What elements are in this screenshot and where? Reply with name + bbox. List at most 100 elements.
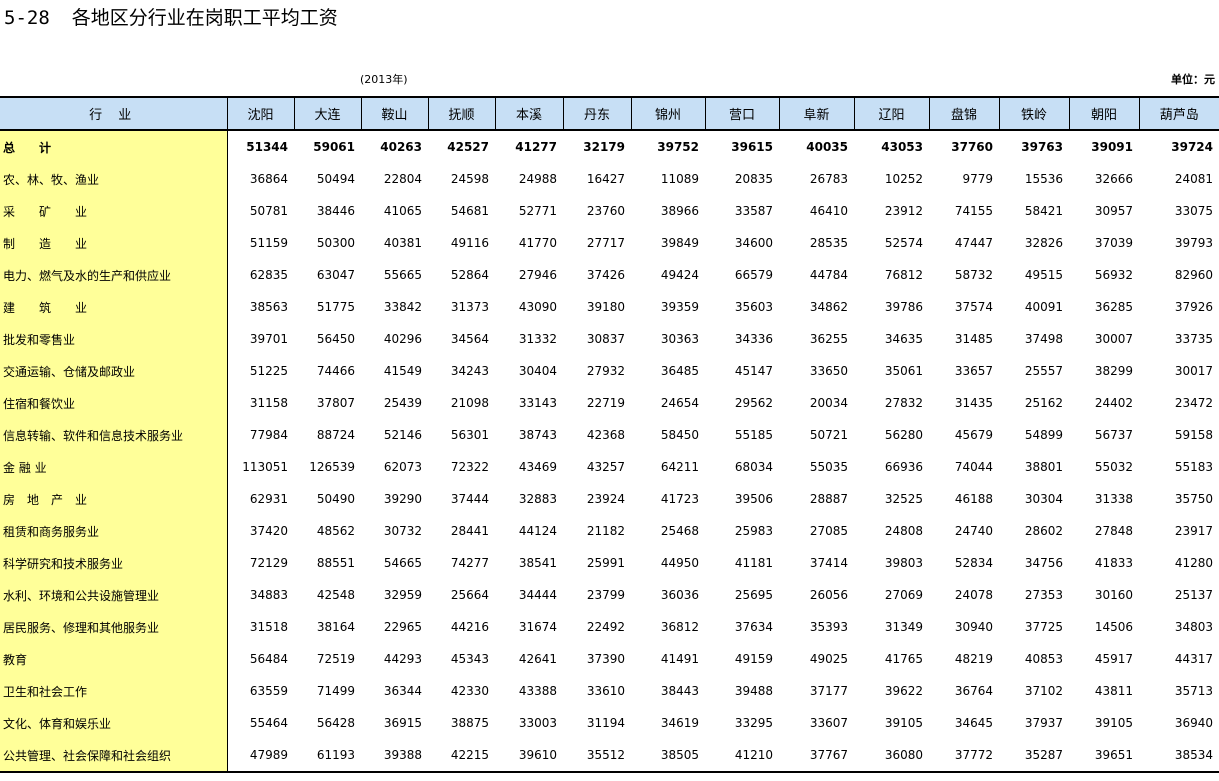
table-cell: 44950 — [660, 556, 699, 570]
table-cell: 30957 — [1094, 204, 1133, 218]
table-row: 建 筑 业 38563 51775 33842 31373 43090 39180 39359… — [0, 291, 1219, 323]
table-cell: 24740 — [954, 524, 993, 538]
table-cell: 42548 — [316, 588, 355, 602]
table-cell: 30732 — [383, 524, 422, 538]
table-cell: 36940 — [1174, 716, 1213, 730]
table-row: 水利、环境和公共设施管理业 34883 42548 32959 25664 34444 23… — [0, 579, 1219, 611]
column-header-9: 辽阳 — [853, 96, 929, 131]
column-header-4: 本溪 — [494, 96, 563, 131]
table-cell: 37926 — [1174, 300, 1213, 314]
table-cell: 58421 — [1024, 204, 1063, 218]
table-cell: 37937 — [1024, 716, 1063, 730]
table-cell: 39610 — [495, 739, 563, 773]
table-cell: 42641 — [518, 652, 557, 666]
table-cell: 77984 — [249, 428, 288, 442]
table-cell: 33657 — [954, 364, 993, 378]
table-row: 采 矿 业 50781 38446 41065 54681 52771 23760 38966… — [0, 195, 1219, 227]
table-cell: 39615 — [731, 140, 773, 154]
table-cell: 41181 — [734, 556, 773, 570]
table-cell: 34336 — [734, 332, 773, 346]
table-cell: 35603 — [734, 300, 773, 314]
table-cell: 39793 — [1174, 236, 1213, 250]
table-cell: 34803 — [1174, 620, 1213, 634]
table-cell: 40853 — [1024, 652, 1063, 666]
table-cell: 37102 — [1024, 684, 1063, 698]
wage-table: 行 业 沈阳 大连 鞍山 抚顺 本溪 丹东 锦州 营口 阜新 辽阳 盘锦 铁岭 朝阳 葫芦岛 总 计 513… — [0, 96, 1219, 773]
table-cell: 37420 — [249, 524, 288, 538]
table-cell: 43811 — [1094, 684, 1133, 698]
table-cell: 54899 — [1024, 428, 1063, 442]
table-cell: 50494 — [316, 172, 355, 186]
table-cell: 30363 — [660, 332, 699, 346]
row-label: 建 筑 业 — [0, 291, 228, 323]
table-cell: 25695 — [734, 588, 773, 602]
table-cell: 35061 — [884, 364, 923, 378]
table-cell: 26056 — [809, 588, 848, 602]
table-cell: 41491 — [660, 652, 699, 666]
row-label: 居民服务、修理和其他服务业 — [0, 611, 228, 643]
table-cell: 56301 — [450, 428, 489, 442]
table-cell: 38875 — [450, 716, 489, 730]
table-cell: 20835 — [734, 172, 773, 186]
table-cell: 37767 — [779, 739, 854, 773]
table-cell: 36255 — [809, 332, 848, 346]
unit-note: 单位：元 — [1171, 73, 1215, 86]
row-label: 制 造 业 — [0, 227, 228, 259]
table-cell: 38801 — [1024, 460, 1063, 474]
table-cell: 31338 — [1094, 492, 1133, 506]
table-cell: 31332 — [518, 332, 557, 346]
table-cell: 50300 — [316, 236, 355, 250]
table-cell: 40296 — [383, 332, 422, 346]
table-cell: 37426 — [586, 268, 625, 282]
table-cell: 35750 — [1174, 492, 1213, 506]
table-cell: 40263 — [380, 140, 422, 154]
table-cell: 54665 — [383, 556, 422, 570]
table-cell: 38299 — [1094, 364, 1133, 378]
table-row: 总 计 51344 59061 40263 42527 41277 32179 39752 39… — [0, 130, 1219, 163]
table-cell: 23799 — [586, 588, 625, 602]
table-cell: 27717 — [586, 236, 625, 250]
table-cell: 30404 — [518, 364, 557, 378]
table-cell: 36915 — [383, 716, 422, 730]
row-label: 金 融 业 — [0, 451, 228, 483]
table-cell: 37574 — [954, 300, 993, 314]
table-cell: 34645 — [954, 716, 993, 730]
table-cell: 76812 — [884, 268, 923, 282]
table-cell: 33587 — [734, 204, 773, 218]
table-cell: 36485 — [660, 364, 699, 378]
table-cell: 22804 — [383, 172, 422, 186]
column-header-12: 朝阳 — [1068, 96, 1139, 131]
row-label: 电力、燃气及水的生产和供应业 — [0, 259, 228, 291]
table-cell: 52771 — [518, 204, 557, 218]
table-cell: 24808 — [884, 524, 923, 538]
table-cell: 56280 — [884, 428, 923, 442]
table-row: 科学研究和技术服务业 72129 88551 54665 74277 38541 25991… — [0, 547, 1219, 579]
table-cell: 58732 — [954, 268, 993, 282]
table-cell: 72129 — [249, 556, 288, 570]
table-cell: 32666 — [1094, 172, 1133, 186]
table-cell: 27946 — [518, 268, 557, 282]
table-cell: 33610 — [586, 684, 625, 698]
page-title: 5-28 各地区分行业在岗职工平均工资 — [4, 6, 338, 30]
table-cell: 31349 — [884, 620, 923, 634]
table-cell: 43388 — [518, 684, 557, 698]
table-cell: 34883 — [249, 588, 288, 602]
table-cell: 39105 — [884, 716, 923, 730]
table-cell: 43257 — [586, 460, 625, 474]
table-cell: 28602 — [1024, 524, 1063, 538]
table-row: 信息转输、软件和信息技术服务业 77984 88724 52146 56301 38743… — [0, 419, 1219, 451]
table-cell: 39701 — [249, 332, 288, 346]
table-cell: 37634 — [734, 620, 773, 634]
table-cell: 33607 — [809, 716, 848, 730]
row-label: 文化、体育和娱乐业 — [0, 707, 228, 739]
table-cell: 62835 — [249, 268, 288, 282]
table-cell: 42368 — [586, 428, 625, 442]
table-cell: 39622 — [884, 684, 923, 698]
table-cell: 31518 — [249, 620, 288, 634]
table-cell: 34756 — [1024, 556, 1063, 570]
table-cell: 33075 — [1174, 204, 1213, 218]
table-cell: 42215 — [428, 739, 495, 773]
table-cell: 36764 — [954, 684, 993, 698]
table-cell: 74044 — [954, 460, 993, 474]
table-cell: 34619 — [660, 716, 699, 730]
